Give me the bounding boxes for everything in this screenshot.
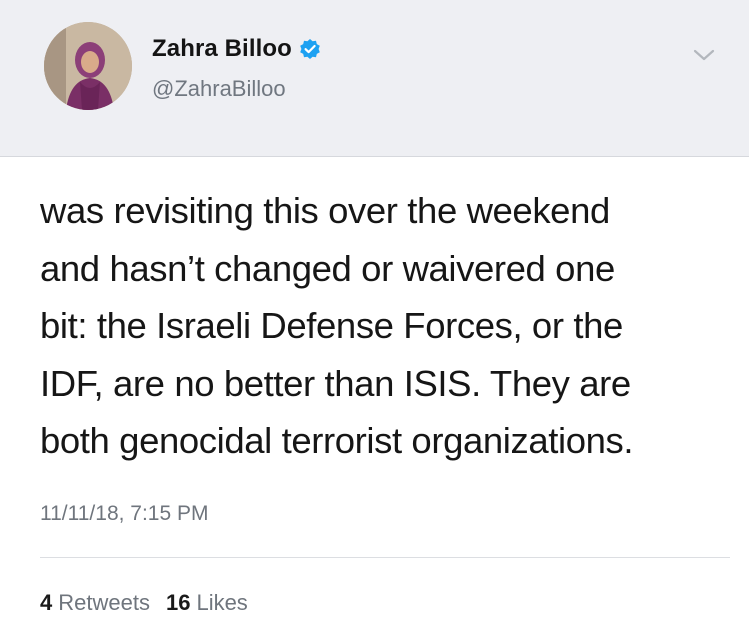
tweet-line: was revisiting this over the weekend bbox=[40, 190, 610, 231]
tweet-line: IDF, are no better than ISIS. They are bbox=[40, 362, 631, 404]
divider bbox=[40, 557, 730, 558]
likes-count: 16 bbox=[165, 590, 191, 615]
retweets-count: 4 bbox=[40, 590, 53, 615]
chevron-down-icon[interactable] bbox=[691, 46, 717, 64]
tweet-timestamp[interactable]: 11/11/18, 7:15 PM bbox=[40, 502, 209, 526]
tweet-header: Zahra Billoo @ZahraBilloo bbox=[0, 0, 749, 157]
avatar-image bbox=[44, 22, 132, 110]
avatar[interactable] bbox=[44, 22, 132, 110]
tweet-stats: 4 Retweets 16 Likes bbox=[40, 590, 264, 616]
likes-label: Likes bbox=[196, 590, 248, 615]
retweets-stat[interactable]: 4 Retweets bbox=[40, 590, 150, 616]
tweet-text: was revisiting this over the weekend and… bbox=[40, 182, 730, 470]
tweet-line: bit: the Israeli Defense Forces, or the bbox=[40, 305, 623, 346]
tweet-line: both genocidal terrorist organizations. bbox=[40, 420, 634, 461]
likes-stat[interactable]: 16 Likes bbox=[166, 590, 248, 616]
retweets-label: Retweets bbox=[58, 590, 150, 615]
verified-badge-icon bbox=[299, 38, 321, 60]
tweet-line: and hasn’t changed or waivered one bbox=[40, 247, 615, 289]
user-handle[interactable]: @ZahraBilloo bbox=[152, 76, 286, 102]
display-name[interactable]: Zahra Billoo bbox=[152, 35, 292, 63]
